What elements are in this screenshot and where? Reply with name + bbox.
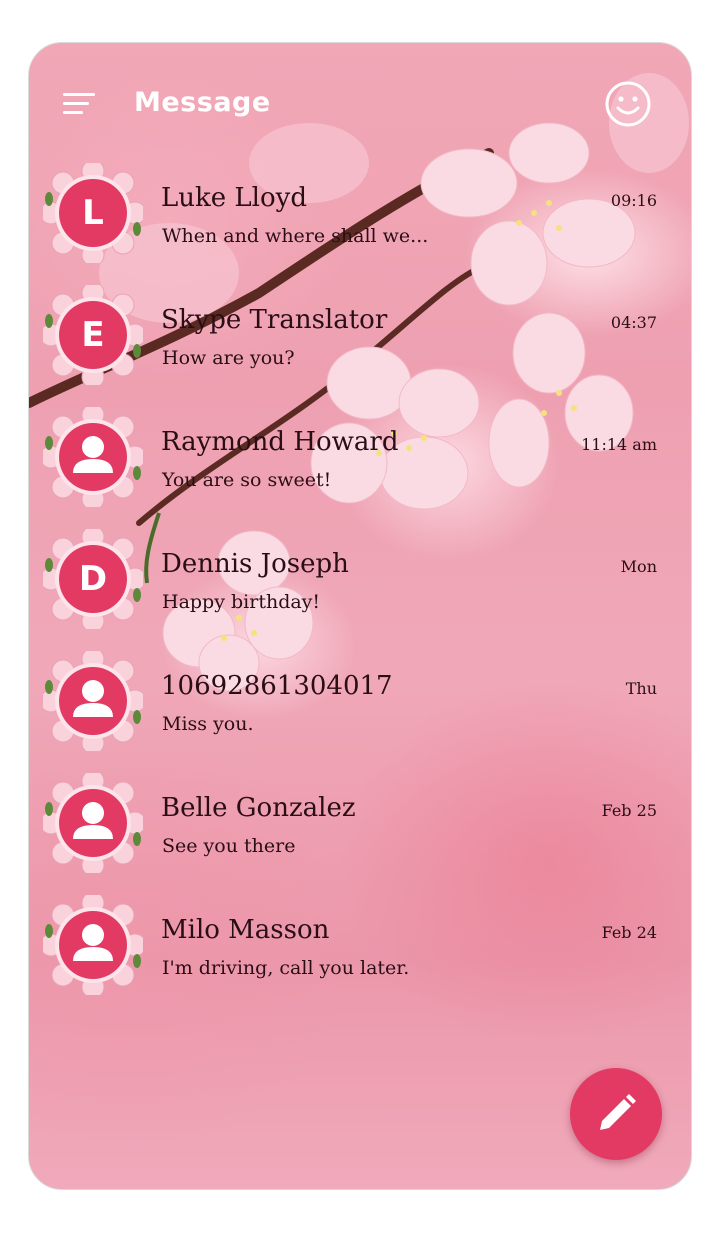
- message-preview: How are you?: [162, 347, 295, 369]
- avatar: L: [43, 163, 143, 263]
- avatar: [43, 895, 143, 995]
- avatar-initial: L: [82, 193, 104, 233]
- contact-name: Milo Masson: [161, 915, 330, 945]
- contact-name: 10692861304017: [161, 671, 393, 701]
- page-title: Message: [134, 87, 271, 118]
- smiley-face-icon[interactable]: [604, 80, 652, 128]
- conversation-row-skype-translator[interactable]: E Skype Translator How are you? 04:37: [29, 285, 691, 405]
- person-icon: [43, 773, 143, 873]
- message-time: 04:37: [610, 313, 657, 332]
- message-preview: See you there: [162, 835, 296, 857]
- contact-name: Skype Translator: [161, 305, 388, 335]
- conversation-row-luke-lloyd[interactable]: L Luke Lloyd When and where shall we... …: [29, 163, 691, 283]
- message-preview: I'm driving, call you later.: [162, 957, 410, 979]
- avatar-initial: E: [81, 315, 105, 355]
- message-preview: When and where shall we...: [162, 225, 429, 247]
- contact-name: Belle Gonzalez: [161, 793, 356, 823]
- message-time: Mon: [620, 557, 657, 576]
- hamburger-menu-icon[interactable]: [63, 91, 95, 117]
- avatar: [43, 651, 143, 751]
- conversation-row-belle-gonzalez[interactable]: Belle Gonzalez See you there Feb 25: [29, 773, 691, 893]
- message-time: Feb 24: [601, 923, 657, 942]
- person-icon: [43, 895, 143, 995]
- contact-name: Raymond Howard: [161, 427, 399, 457]
- conversation-row-raymond-howard[interactable]: Raymond Howard You are so sweet! 11:14 a…: [29, 407, 691, 527]
- phone-screen: Message L Luke Lloyd When and where shal…: [28, 42, 692, 1190]
- message-preview: You are so sweet!: [162, 469, 332, 491]
- avatar-initial: D: [78, 559, 108, 599]
- message-time: 09:16: [610, 191, 657, 210]
- message-time: Feb 25: [601, 801, 657, 820]
- app-header: Message: [29, 43, 691, 163]
- contact-name: Luke Lloyd: [161, 183, 307, 213]
- avatar: D: [43, 529, 143, 629]
- person-icon: [43, 651, 143, 751]
- pencil-icon: [600, 1094, 636, 1130]
- conversation-row-10692861304017[interactable]: 10692861304017 Miss you. Thu: [29, 651, 691, 771]
- avatar: E: [43, 285, 143, 385]
- message-time: Thu: [625, 679, 657, 698]
- avatar: [43, 773, 143, 873]
- message-time: 11:14 am: [581, 435, 657, 454]
- compose-button[interactable]: [570, 1068, 662, 1160]
- conversation-row-milo-masson[interactable]: Milo Masson I'm driving, call you later.…: [29, 895, 691, 1015]
- contact-name: Dennis Joseph: [161, 549, 349, 579]
- message-preview: Happy birthday!: [162, 591, 321, 613]
- person-icon: [43, 407, 143, 507]
- conversation-row-dennis-joseph[interactable]: D Dennis Joseph Happy birthday! Mon: [29, 529, 691, 649]
- message-preview: Miss you.: [162, 713, 254, 735]
- avatar: [43, 407, 143, 507]
